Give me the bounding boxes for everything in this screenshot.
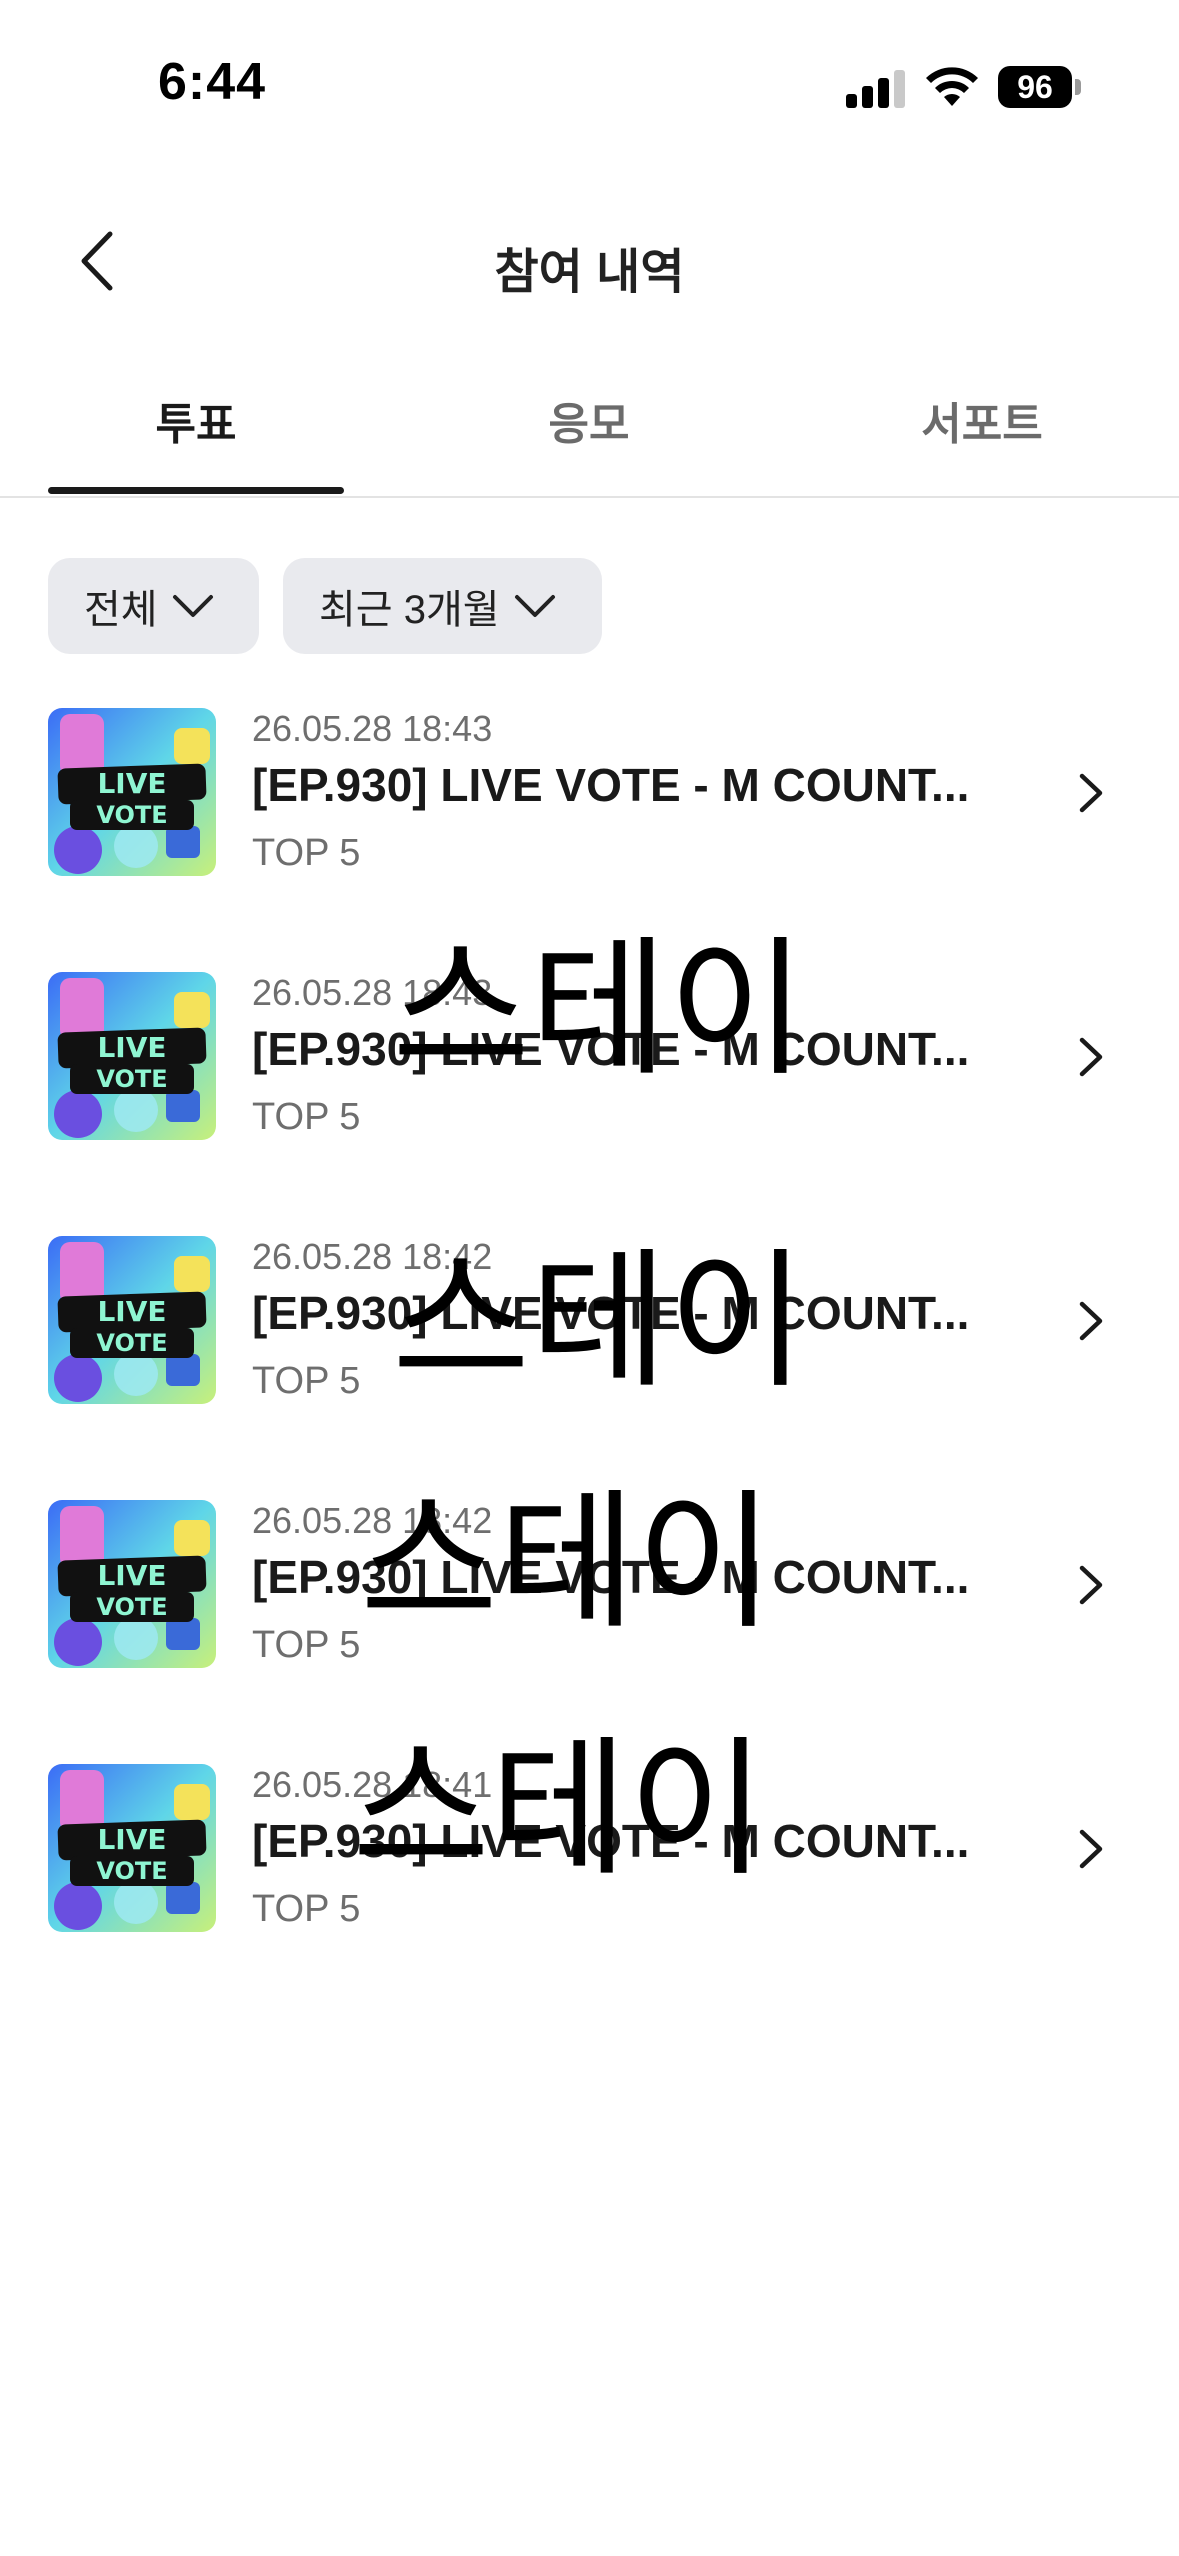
chevron-down-icon bbox=[514, 595, 555, 617]
live-vote-thumbnail: LIVE VOTE bbox=[48, 1236, 216, 1404]
wifi-icon bbox=[926, 67, 978, 106]
chevron-right-icon bbox=[1079, 773, 1103, 813]
live-vote-artwork: LIVEVOTE bbox=[48, 708, 216, 876]
live-vote-thumbnail: LIVE VOTE bbox=[48, 1500, 216, 1668]
thumbnail-line1: LIVE bbox=[97, 767, 166, 800]
thumbnail-line1: LIVE bbox=[97, 1559, 166, 1592]
live-vote-thumbnail: LIVE VOTE bbox=[48, 1764, 216, 1932]
item-subtitle: TOP 5 bbox=[252, 832, 361, 874]
thumbnail-line2: VOTE bbox=[96, 801, 167, 829]
item-subtitle: TOP 5 bbox=[252, 1624, 361, 1666]
chevron-right-icon bbox=[1079, 1565, 1103, 1605]
chevron-right-icon bbox=[1079, 1301, 1103, 1341]
overlay-text: 스테이 bbox=[392, 1235, 807, 1409]
chevron-down-icon bbox=[172, 595, 213, 617]
thumbnail-line1: LIVE bbox=[97, 1823, 166, 1856]
item-subtitle: TOP 5 bbox=[252, 1888, 361, 1930]
tab-bar: 투표 응모 서포트 bbox=[0, 370, 1179, 498]
live-vote-artwork: LIVEVOTE bbox=[48, 1764, 216, 1932]
active-tab-indicator bbox=[48, 487, 344, 494]
cellular-signal-icon bbox=[846, 68, 906, 108]
live-vote-artwork: LIVEVOTE bbox=[48, 972, 216, 1140]
tab-vote[interactable]: 투표 bbox=[48, 388, 344, 452]
thumbnail-line2: VOTE bbox=[96, 1065, 167, 1093]
chevron-right-icon bbox=[1079, 1829, 1103, 1869]
live-vote-artwork: LIVEVOTE bbox=[48, 1500, 216, 1668]
page-title: 참여 내역 bbox=[494, 246, 685, 299]
overlay-text: 스테이 bbox=[392, 923, 807, 1097]
item-date: 26.05.28 18:43 bbox=[252, 708, 493, 749]
item-title: [EP.930] LIVE VOTE - M COUNT... bbox=[252, 759, 970, 811]
item-subtitle: TOP 5 bbox=[252, 1360, 361, 1402]
thumbnail-line1: LIVE bbox=[97, 1031, 166, 1064]
tab-entry[interactable]: 응모 bbox=[441, 388, 737, 452]
live-vote-artwork: LIVEVOTE bbox=[48, 1236, 216, 1404]
live-vote-thumbnail: LIVE VOTE bbox=[48, 972, 216, 1140]
overlay-text: 스테이 bbox=[352, 1723, 767, 1897]
filter-period-label: 최근 3개월 bbox=[319, 588, 500, 632]
thumbnail-line2: VOTE bbox=[96, 1857, 167, 1885]
battery-level: 96 bbox=[998, 66, 1072, 108]
thumbnail-line2: VOTE bbox=[96, 1593, 167, 1621]
overlay-text: 스테이 bbox=[360, 1476, 775, 1650]
item-subtitle: TOP 5 bbox=[252, 1096, 361, 1138]
filter-period-dropdown[interactable]: 최근 3개월 bbox=[283, 558, 602, 654]
filter-category-dropdown[interactable]: 전체 bbox=[48, 558, 259, 654]
status-bar: 6:44 96 bbox=[0, 0, 1179, 170]
filter-category-label: 전체 bbox=[84, 588, 158, 632]
thumbnail-line2: VOTE bbox=[96, 1329, 167, 1357]
chevron-right-icon bbox=[1079, 1037, 1103, 1077]
tab-support[interactable]: 서포트 bbox=[834, 388, 1130, 452]
battery-icon: 96 bbox=[998, 66, 1082, 108]
thumbnail-line1: LIVE bbox=[97, 1295, 166, 1328]
status-time: 6:44 bbox=[158, 53, 267, 111]
live-vote-thumbnail: LIVE VOTE bbox=[48, 708, 216, 876]
